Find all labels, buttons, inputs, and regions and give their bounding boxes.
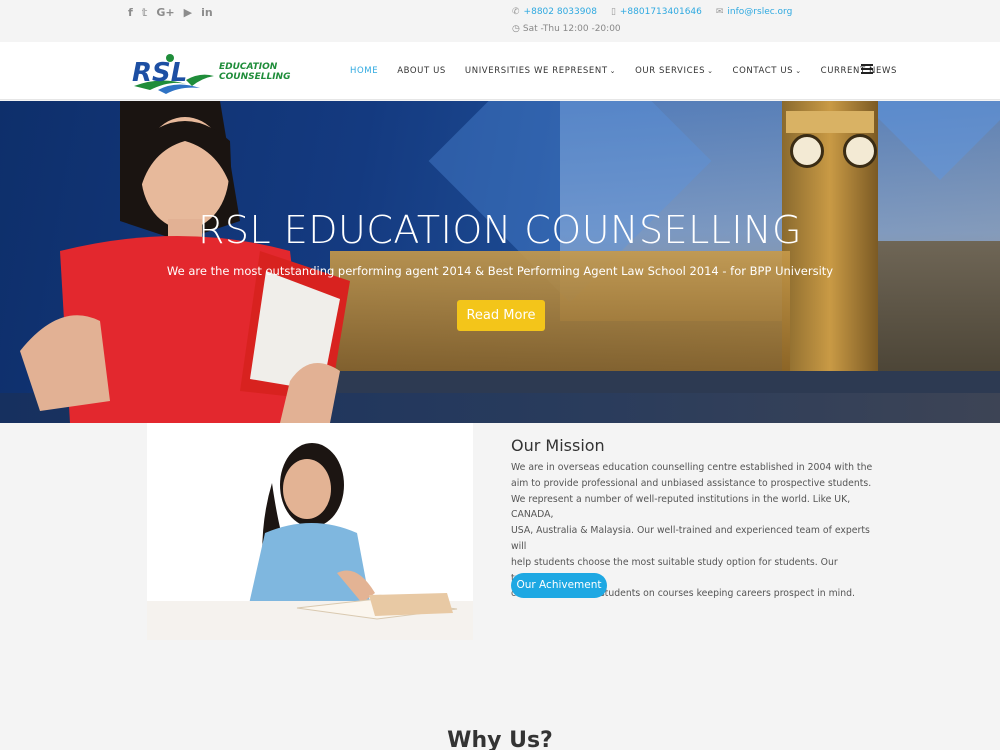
our-achievement-button[interactable]: Our Achivement: [511, 573, 607, 598]
nav-item-about[interactable]: ABOUT US: [397, 66, 446, 76]
clock-face: [790, 134, 824, 168]
mission-line: We represent a number of well-reputed in…: [511, 493, 851, 521]
student-writing-image: [147, 423, 473, 640]
clock-face: [843, 134, 877, 168]
mission-title: Our Mission: [511, 436, 605, 455]
phone-number: +8802 8033908: [523, 7, 597, 17]
chevron-down-icon: ⌄: [795, 67, 802, 75]
big-ben-belfry: [786, 111, 874, 133]
contact-info: ✆ +8802 8033908 ▯ +8801713401646 ✉ info@rsl…: [512, 7, 792, 34]
facebook-icon[interactable]: f: [128, 6, 133, 19]
rsl-logo-icon: RSL: [132, 54, 214, 94]
top-bar: f 𝕥 G+ ▶ in ✆ +8802 8033908 ▯ +88017134016…: [0, 0, 1000, 42]
nav-item-universities[interactable]: UNIVERSITIES WE REPRESENT ⌄: [465, 66, 616, 76]
logo-wordmark: EDUCATION COUNSELLING: [219, 62, 290, 82]
nav-item-home[interactable]: HOME: [350, 66, 378, 76]
nav-item-news[interactable]: CURRENT NEWS: [821, 66, 897, 76]
hero-student-image: [20, 101, 350, 423]
hero-title: RSL EDUCATION COUNSELLING: [197, 208, 802, 252]
logo-mark-text: RSL: [132, 58, 187, 88]
email-address: info@rslec.org: [727, 7, 793, 17]
opening-hours: ◷ Sat -Thu 12:00 -20:00: [512, 24, 792, 34]
site-logo[interactable]: RSL EDUCATION COUNSELLING: [130, 50, 305, 94]
twitter-icon[interactable]: 𝕥: [142, 6, 148, 19]
mission-line: We are in overseas education counselling…: [511, 462, 873, 473]
mobile-icon: ▯: [610, 7, 616, 17]
social-links: f 𝕥 G+ ▶ in: [128, 6, 213, 19]
nav-item-contact[interactable]: CONTACT US ⌄: [733, 66, 802, 76]
youtube-icon[interactable]: ▶: [184, 6, 192, 19]
read-more-button[interactable]: Read More: [457, 300, 545, 331]
westminster-towers: [878, 241, 1000, 381]
clock-icon: ◷: [512, 24, 520, 34]
linkedin-icon[interactable]: in: [201, 6, 213, 19]
hero-subtitle: We are the most outstanding performing a…: [166, 264, 834, 278]
chevron-down-icon: ⌄: [707, 67, 714, 75]
mobile-number: +8801713401646: [619, 7, 702, 17]
why-us-title: Why Us?: [447, 728, 553, 750]
email-contact[interactable]: ✉ info@rslec.org: [716, 7, 792, 17]
logo-line-1: EDUCATION: [219, 62, 278, 72]
nav-menu: HOME ABOUT US UNIVERSITIES WE REPRESENT ⌄…: [350, 66, 897, 76]
nav-item-services[interactable]: OUR SERVICES ⌄: [635, 66, 713, 76]
opening-hours-text: Sat -Thu 12:00 -20:00: [522, 24, 621, 34]
mission-line: USA, Australia & Malaysia. Our well-trai…: [511, 525, 870, 552]
mobile-contact[interactable]: ▯ +8801713401646: [611, 7, 702, 17]
mission-image: [147, 423, 473, 640]
hamburger-menu-icon[interactable]: [861, 64, 873, 74]
google-plus-icon[interactable]: G+: [156, 6, 174, 19]
phone-contact[interactable]: ✆ +8802 8033908: [512, 7, 597, 17]
mission-line: aim to provide professional and unbiased…: [511, 477, 872, 489]
nav-item-universities-label: UNIVERSITIES WE REPRESENT: [464, 66, 608, 76]
chevron-down-icon: ⌄: [609, 67, 617, 75]
nav-item-contact-label: CONTACT US: [732, 66, 794, 76]
phone-icon: ✆: [512, 7, 520, 17]
nav-item-services-label: OUR SERVICES: [635, 66, 706, 76]
envelope-icon: ✉: [715, 7, 724, 17]
logo-line-2: COUNSELLING: [219, 72, 291, 82]
main-navbar: RSL EDUCATION COUNSELLING HOME ABOUT US …: [0, 42, 1000, 100]
